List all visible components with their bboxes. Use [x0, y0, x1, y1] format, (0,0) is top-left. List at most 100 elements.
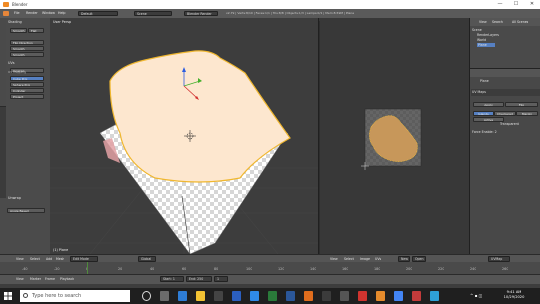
properties-panel-title[interactable]: UV Maps [472, 90, 486, 94]
app-icon-blue[interactable] [430, 291, 439, 301]
file-explorer-icon[interactable] [196, 291, 205, 301]
option-transparent[interactable]: Transparent [500, 122, 519, 126]
section-shading-title[interactable]: Shading [8, 20, 22, 24]
editor-type-icon[interactable] [3, 11, 9, 16]
outliner-menu-view[interactable]: View [479, 20, 487, 24]
timeline-menu-marker[interactable]: Marker [30, 277, 41, 281]
start-frame-field[interactable]: Start: 1 [160, 276, 184, 282]
outliner-item-plane[interactable]: Plane [477, 43, 495, 47]
word-icon[interactable] [286, 291, 295, 301]
operator-panel-title[interactable]: Unwrap [8, 196, 21, 200]
menu-window[interactable]: Window [42, 11, 55, 15]
tab-shading-uvs[interactable] [0, 62, 6, 85]
mode-margin-button[interactable]: Margin [516, 111, 538, 116]
project-from-view-button[interactable]: Project [10, 94, 44, 99]
smooth-button[interactable]: Smooth [10, 28, 27, 33]
uv-image-editor[interactable] [318, 18, 469, 254]
menu-help[interactable]: Help [58, 11, 66, 15]
viewport-menu-select[interactable]: Select [30, 257, 40, 261]
system-tray-icons[interactable]: ^ ▪ ◫ [470, 293, 492, 299]
uv-menu-uvs[interactable]: UVs [375, 257, 381, 261]
open-image-button[interactable]: Open [412, 256, 426, 262]
render-engine-selector[interactable]: Blender Render [184, 10, 218, 16]
force-enable-field[interactable]: Force Enable: 2 [472, 130, 497, 134]
mail-icon[interactable] [232, 291, 241, 301]
section-uvs-title[interactable]: UVs [8, 61, 15, 65]
uvmap-selector[interactable]: UVMap [488, 256, 510, 262]
outliner-item-scene[interactable]: Scene [472, 28, 482, 32]
3d-viewport[interactable]: User Persp (1) Plane [50, 18, 318, 254]
end-frame-field[interactable]: End: 250 [186, 276, 212, 282]
current-frame-field[interactable]: 1 [214, 276, 228, 282]
tab-options[interactable] [0, 84, 6, 107]
interaction-mode-select[interactable]: Edit Mode [70, 256, 98, 262]
task-view-icon[interactable] [160, 291, 169, 301]
cube-projection-button[interactable]: Cube Proj [10, 76, 44, 81]
windows-start-icon[interactable] [4, 292, 12, 300]
app-icon-generic[interactable] [322, 291, 331, 301]
store-icon[interactable] [214, 291, 223, 301]
mode-checkered-button[interactable]: Checkered [494, 111, 516, 116]
scene-selector[interactable]: Scene [134, 10, 172, 16]
uv-canvas[interactable] [319, 18, 469, 254]
current-frame-marker[interactable] [87, 262, 88, 274]
menu-render[interactable]: Render [26, 11, 38, 15]
viewport-menu-add[interactable]: Add [46, 257, 52, 261]
outliner-display-mode[interactable]: All Scenes [512, 20, 528, 24]
edge-browser-icon[interactable] [178, 291, 187, 301]
viewport-canvas[interactable] [50, 18, 318, 254]
close-button[interactable]: ✕ [524, 0, 540, 9]
transform-orientation-select[interactable]: Global [138, 256, 156, 262]
chrome-icon[interactable] [394, 291, 403, 301]
flat-button[interactable]: Flat [28, 28, 44, 33]
layout-selector[interactable]: Default [78, 10, 118, 16]
viewport-menu-view[interactable]: View [16, 257, 24, 261]
smooth-normals-button[interactable]: Smooth [10, 46, 44, 51]
firefox-icon[interactable] [376, 291, 385, 301]
tick: 220 [438, 267, 445, 271]
blender-app-icon [3, 2, 9, 7]
photos-icon[interactable] [250, 291, 259, 301]
tab-create[interactable] [0, 40, 6, 63]
tick: 80 [214, 267, 219, 271]
blender-taskbar-icon[interactable] [304, 291, 313, 301]
timeline-menu-playback[interactable]: Playback [60, 277, 74, 281]
excel-icon[interactable] [268, 291, 277, 301]
new-image-button[interactable]: New [398, 256, 410, 262]
outliner-item-renderlayers[interactable]: RenderLayers [477, 33, 499, 37]
outliner-item-world[interactable]: World [477, 38, 486, 42]
taskbar-clock[interactable]: 9:41 AM 10/29/2020 [498, 290, 530, 300]
cylinder-projection-button[interactable]: Cylinder [10, 88, 44, 93]
viewport-menu-mesh[interactable]: Mesh [56, 257, 64, 261]
menu-file[interactable]: File [14, 11, 20, 15]
flip-direction-button[interactable]: Flip Direction [10, 40, 44, 45]
timeline-menu-frame[interactable]: Frame [45, 277, 55, 281]
tick: 200 [406, 267, 413, 271]
properties-editor[interactable]: Plane UV Maps Apply Flip Islands Checker… [469, 68, 540, 255]
app-icon-red[interactable] [358, 291, 367, 301]
window-titlebar: Blender — ☐ ✕ [0, 0, 540, 9]
tab-tools[interactable] [0, 18, 6, 41]
outliner-menu-search[interactable]: Search [492, 20, 503, 24]
mode-islands-button[interactable]: Islands [473, 111, 494, 116]
uv-menu-select[interactable]: Select [344, 257, 354, 261]
outliner[interactable]: View Search All Scenes Scene RenderLayer… [469, 18, 540, 68]
taskbar-search-box[interactable]: Type here to search [20, 290, 130, 302]
cortana-icon[interactable] [142, 291, 151, 301]
tick: -20 [54, 267, 60, 271]
uv-menu-image[interactable]: Image [360, 257, 370, 261]
app-icon-generic[interactable] [340, 291, 349, 301]
smooth-vertex-button[interactable]: Smooth [10, 52, 44, 57]
uv-menu-view[interactable]: View [330, 257, 338, 261]
app-icon-red[interactable] [412, 291, 421, 301]
tool-shelf-tabs [0, 18, 6, 198]
timeline-menu-view[interactable]: View [16, 277, 24, 281]
minimize-button[interactable]: — [492, 0, 508, 9]
sphere-projection-button[interactable]: Sphere Proj [10, 82, 44, 87]
maximize-button[interactable]: ☐ [508, 0, 524, 9]
apply-button[interactable]: Apply [473, 102, 504, 107]
unwrap-method-select[interactable]: Angle Based [7, 208, 45, 213]
tick: 40 [150, 267, 155, 271]
flip-button[interactable]: Flip [505, 102, 538, 107]
properties-context-tabs[interactable] [470, 69, 540, 77]
